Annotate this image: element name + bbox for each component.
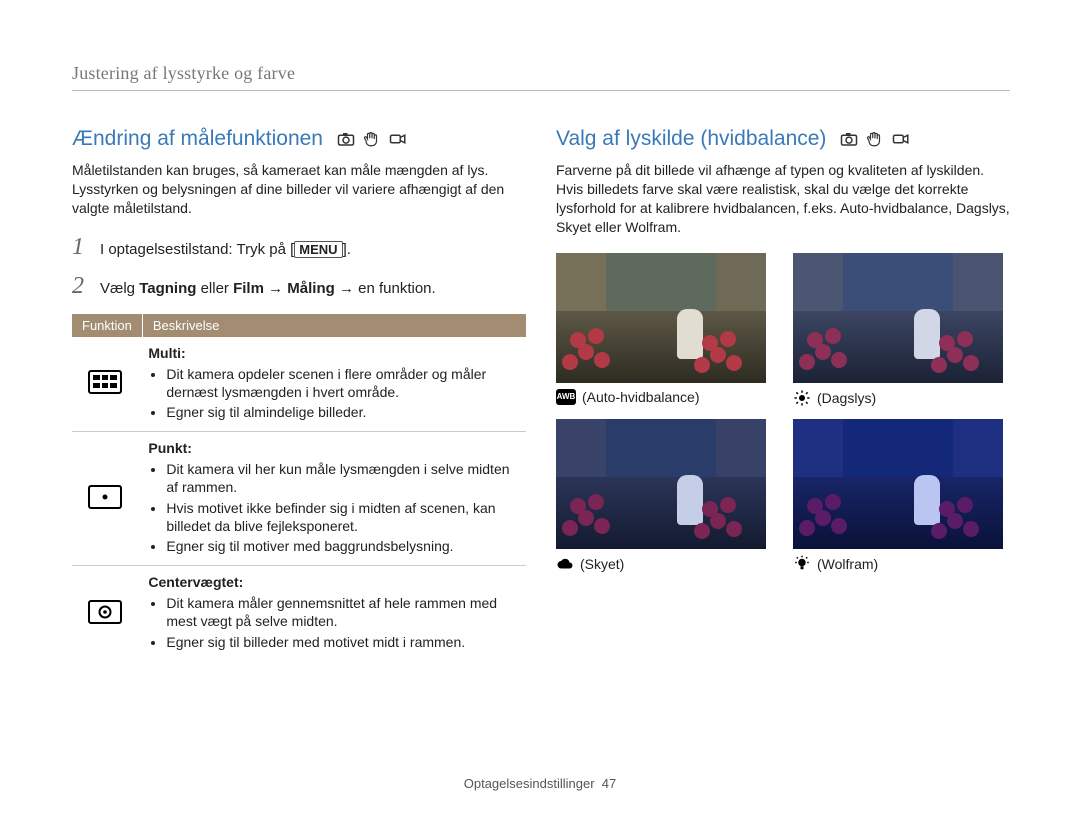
left-heading: Ændring af målefunktionen <box>72 127 526 151</box>
video-icon <box>389 130 407 148</box>
row-bullets: Dit kamera opdeler scenen i flere område… <box>148 365 516 422</box>
left-heading-text: Ændring af målefunktionen <box>72 127 323 151</box>
wb-auto-cell: AWB (Auto-hvidbalance) <box>556 253 773 407</box>
row-bullets: Dit kamera måler gennemsnittet af hele r… <box>148 594 516 651</box>
list-item: Hvis motivet ikke befinder sig i midten … <box>166 499 516 535</box>
left-column: Ændring af målefunktionen Måletilstanden… <box>72 127 526 661</box>
wb-auto-text: (Auto-hvidbalance) <box>582 389 700 405</box>
table-row: Centervægtet: Dit kamera måler gennemsni… <box>72 566 526 661</box>
wb-auto-image <box>556 253 766 383</box>
row-title: Multi: <box>148 345 185 361</box>
step-1-prefix: I optagelsestilstand: Tryk på [ <box>100 241 294 258</box>
wb-cloudy-label: (Skyet) <box>556 555 773 573</box>
step-1-number: 1 <box>72 234 90 261</box>
footer-label: Optagelsesindstillinger <box>464 776 595 791</box>
wb-tungsten-label: (Wolfram) <box>793 555 1010 573</box>
list-item: Dit kamera opdeler scenen i flere område… <box>166 365 516 401</box>
step-2-text: Vælg Tagning eller Film → Måling → en fu… <box>100 280 436 297</box>
th-description: Beskrivelse <box>142 314 526 337</box>
step-2-number: 2 <box>72 273 90 300</box>
step-1-text: I optagelsestilstand: Tryk på [MENU]. <box>100 241 351 258</box>
sun-icon <box>793 389 811 407</box>
wb-daylight-text: (Dagslys) <box>817 390 876 406</box>
wb-daylight-cell: (Dagslys) <box>793 253 1010 407</box>
left-intro: Måletilstanden kan bruges, så kameraet k… <box>72 161 526 218</box>
step-1: 1 I optagelsestilstand: Tryk på [MENU]. <box>72 234 526 261</box>
wb-tungsten-cell: (Wolfram) <box>793 419 1010 573</box>
mode-icons <box>840 130 910 148</box>
list-item: Egner sig til motiver med baggrundsbelys… <box>166 537 516 555</box>
center-metering-icon <box>72 566 142 661</box>
menu-button-label: MENU <box>294 241 342 258</box>
hand-icon <box>363 130 381 148</box>
bulb-icon <box>793 555 811 573</box>
footer-page-number: 47 <box>602 776 616 791</box>
awb-icon: AWB <box>556 389 576 405</box>
video-icon <box>892 130 910 148</box>
right-column: Valg af lyskilde (hvidbalance) Farverne … <box>556 127 1010 661</box>
wb-daylight-image <box>793 253 1003 383</box>
list-item: Egner sig til almindelige billeder. <box>166 403 516 421</box>
list-item: Dit kamera måler gennemsnittet af hele r… <box>166 594 516 630</box>
right-intro: Farverne på dit billede vil afhænge af t… <box>556 161 1010 237</box>
cloud-icon <box>556 555 574 573</box>
camera-icon <box>337 130 355 148</box>
list-item: Dit kamera vil her kun måle lysmængden i… <box>166 460 516 496</box>
wb-cloudy-image <box>556 419 766 549</box>
wb-tungsten-image <box>793 419 1003 549</box>
right-heading-text: Valg af lyskilde (hvidbalance) <box>556 127 826 151</box>
wb-tungsten-text: (Wolfram) <box>817 556 878 572</box>
wb-auto-label: AWB (Auto-hvidbalance) <box>556 389 773 405</box>
wb-daylight-label: (Dagslys) <box>793 389 1010 407</box>
multi-metering-icon <box>72 337 142 432</box>
step-2: 2 Vælg Tagning eller Film → Måling → en … <box>72 273 526 300</box>
page-section-title: Justering af lysstyrke og farve <box>72 63 1010 91</box>
list-item: Egner sig til billeder med motivet midt … <box>166 633 516 651</box>
table-row: Multi: Dit kamera opdeler scenen i flere… <box>72 337 526 432</box>
white-balance-grid: AWB (Auto-hvidbalance) (Dagslys) <box>556 253 1010 573</box>
camera-icon <box>840 130 858 148</box>
spot-metering-icon <box>72 432 142 566</box>
row-title: Punkt: <box>148 440 192 456</box>
wb-cloudy-text: (Skyet) <box>580 556 624 572</box>
hand-icon <box>866 130 884 148</box>
metering-table: Funktion Beskrivelse Multi: Dit kamera o… <box>72 314 526 661</box>
row-bullets: Dit kamera vil her kun måle lysmængden i… <box>148 460 516 555</box>
th-function: Funktion <box>72 314 142 337</box>
row-title: Centervægtet: <box>148 574 243 590</box>
wb-cloudy-cell: (Skyet) <box>556 419 773 573</box>
page-footer: Optagelsesindstillinger 47 <box>0 776 1080 791</box>
step-1-suffix: ]. <box>343 241 351 258</box>
mode-icons <box>337 130 407 148</box>
table-row: Punkt: Dit kamera vil her kun måle lysmæ… <box>72 432 526 566</box>
right-heading: Valg af lyskilde (hvidbalance) <box>556 127 1010 151</box>
